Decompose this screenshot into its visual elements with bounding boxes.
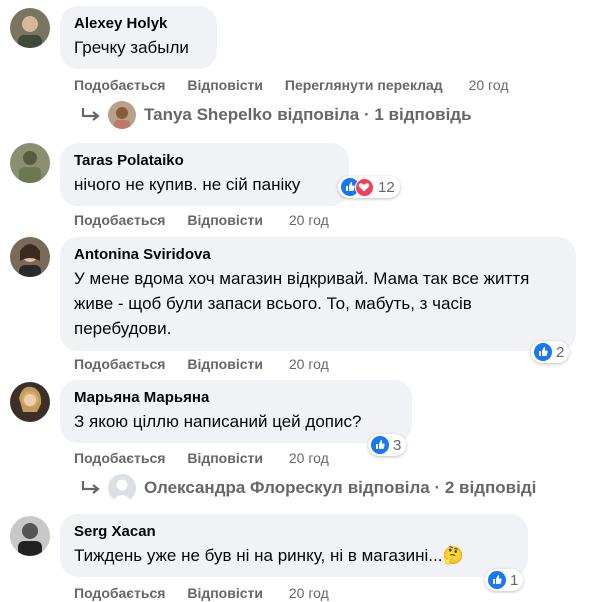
love-icon [355, 177, 374, 197]
like-icon [488, 571, 506, 589]
reply-button[interactable]: Відповісти [187, 450, 263, 466]
comment-timestamp[interactable]: 20 год [289, 212, 329, 228]
avatar[interactable] [10, 143, 50, 183]
like-button[interactable]: Подобається [74, 356, 165, 372]
like-button[interactable]: Подобається [74, 450, 165, 466]
reply-author-name: Олександра Флорескул [144, 478, 343, 497]
reply-summary-text: відповіла · 2 відповіді [347, 478, 537, 497]
comment-text: З якою ціллю написаний цей допис? [74, 412, 362, 431]
comment-text: Гречку забыли [74, 38, 189, 57]
comment-actions: Подобається Відповісти 20 год [74, 355, 329, 373]
reply-author-name: Tanya Shepelko [144, 105, 273, 124]
comment-text: У мене вдома хоч магазин відкривай. Мама… [74, 269, 530, 338]
reply-button[interactable]: Відповісти [187, 77, 263, 93]
comment-timestamp[interactable]: 20 год [469, 77, 509, 93]
comment-author[interactable]: Antonina Sviridova [74, 245, 562, 264]
comment-bubble: Марьяна Марьяна З якою ціллю написаний ц… [60, 380, 412, 443]
comment-author[interactable]: Alexey Holyk [74, 14, 203, 33]
comment-actions: Подобається Відповісти 20 год [74, 211, 329, 229]
comment-actions: Подобається Відповісти 20 год [74, 584, 329, 602]
reply-button[interactable]: Відповісти [187, 212, 263, 228]
avatar[interactable] [10, 382, 50, 422]
avatar [108, 101, 136, 129]
comment-timestamp[interactable]: 20 год [289, 585, 329, 601]
comment-bubble: Alexey Holyk Гречку забыли [60, 6, 217, 69]
comment-text: нічого не купив. не сій паніку [74, 175, 301, 194]
reply-button[interactable]: Відповісти [187, 585, 263, 601]
like-icon [371, 436, 389, 454]
comment-actions: Подобається Відповісти 20 год [74, 449, 329, 467]
avatar[interactable] [10, 237, 50, 277]
comment-bubble: Serg Xacan Тиждень уже не був ні на ринк… [60, 514, 528, 577]
reaction-count: 3 [393, 436, 402, 454]
comment-bubble: Taras Polataiko нічого не купив. не сій … [60, 143, 349, 206]
comment-author[interactable]: Taras Polataiko [74, 151, 335, 170]
like-button[interactable]: Подобається [74, 585, 165, 601]
view-replies-link[interactable]: Tanya Shepelko відповіла · 1 відповідь [80, 101, 472, 129]
reaction-summary[interactable]: 2 [531, 341, 570, 363]
view-replies-link[interactable]: Олександра Флорескул відповіла · 2 відпо… [80, 474, 536, 502]
comment-timestamp[interactable]: 20 год [289, 356, 329, 372]
avatar[interactable] [10, 8, 50, 48]
comment-actions: Подобається Відповісти Переглянути перек… [74, 76, 509, 94]
see-translation-button[interactable]: Переглянути переклад [285, 77, 443, 93]
like-button[interactable]: Подобається [74, 212, 165, 228]
avatar[interactable] [10, 516, 50, 556]
default-avatar-icon [108, 474, 136, 502]
reply-arrow-icon [81, 108, 100, 121]
reaction-summary[interactable]: 3 [368, 434, 407, 456]
reaction-count: 1 [510, 571, 519, 589]
reaction-summary[interactable]: 12 [338, 176, 400, 198]
like-icon [534, 343, 552, 361]
reaction-count: 12 [378, 178, 395, 196]
comment-bubble: Antonina Sviridova У мене вдома хоч мага… [60, 237, 576, 351]
comment-text: Тиждень уже не був ні на ринку, ні в маг… [74, 546, 464, 565]
like-button[interactable]: Подобається [74, 77, 165, 93]
reply-arrow-icon [81, 481, 100, 494]
comment-timestamp[interactable]: 20 год [289, 450, 329, 466]
reaction-count: 2 [556, 343, 565, 361]
reply-button[interactable]: Відповісти [187, 356, 263, 372]
reply-summary-text: відповіла · 1 відповідь [277, 105, 472, 124]
comment-author[interactable]: Serg Xacan [74, 522, 514, 541]
comment-author[interactable]: Марьяна Марьяна [74, 388, 398, 407]
reaction-summary[interactable]: 1 [485, 569, 524, 591]
